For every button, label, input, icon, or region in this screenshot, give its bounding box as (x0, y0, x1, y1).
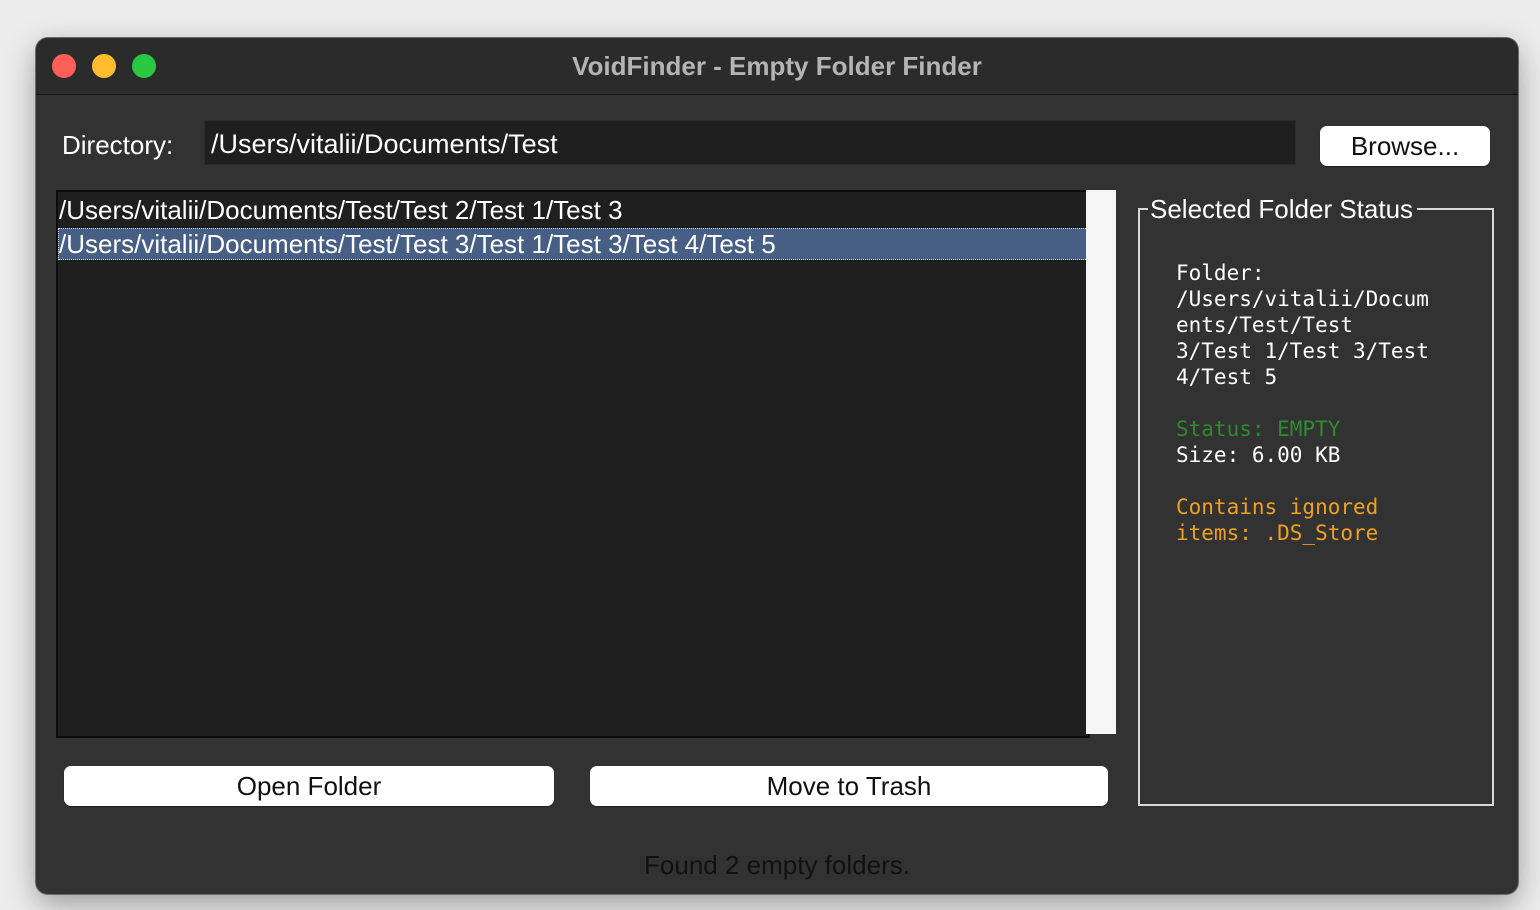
list-item[interactable]: /Users/vitalii/Documents/Test/Test 2/Tes… (58, 194, 1088, 226)
move-to-trash-button[interactable]: Move to Trash (590, 766, 1108, 806)
title-bar: VoidFinder - Empty Folder Finder (36, 38, 1518, 95)
open-folder-button[interactable]: Open Folder (64, 766, 554, 806)
status-group-title: Selected Folder Status (1148, 194, 1418, 225)
status-text: Status: EMPTY (1176, 417, 1341, 441)
folder-line: /Users/vitalii/Docum (1176, 287, 1429, 311)
directory-label: Directory: (62, 130, 174, 160)
folder-line: Folder: (1176, 261, 1265, 285)
browse-button[interactable]: Browse... (1320, 126, 1490, 166)
app-window: VoidFinder - Empty Folder Finder Directo… (36, 38, 1518, 894)
folder-line: ents/Test/Test (1176, 313, 1354, 337)
ignored-line: items: .DS_Store (1176, 521, 1379, 545)
ignored-line: Contains ignored (1176, 495, 1379, 519)
folder-status-info: Folder: /Users/vitalii/Docum ents/Test/T… (1176, 260, 1476, 546)
footer-status-message: Found 2 empty folders. (644, 850, 910, 880)
size-text: Size: 6.00 KB (1176, 443, 1341, 467)
window-title: VoidFinder - Empty Folder Finder (572, 51, 982, 81)
directory-input[interactable]: /Users/vitalii/Documents/Test (204, 120, 1296, 165)
empty-folder-list[interactable]: /Users/vitalii/Documents/Test/Test 2/Tes… (56, 190, 1090, 738)
folder-line: 3/Test 1/Test 3/Test (1176, 339, 1429, 363)
folder-line: 4/Test 5 (1176, 365, 1278, 389)
list-scrollbar[interactable] (1086, 190, 1116, 734)
list-item-selected[interactable]: /Users/vitalii/Documents/Test/Test 3/Tes… (58, 228, 1088, 260)
